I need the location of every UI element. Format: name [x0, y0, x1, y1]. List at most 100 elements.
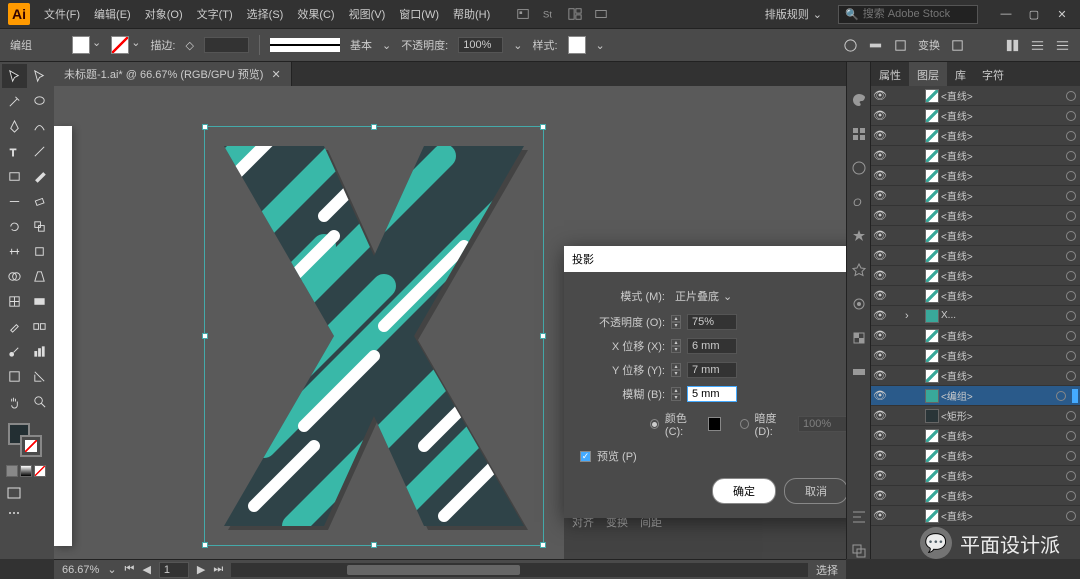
layer-name[interactable]: <直线>	[941, 448, 1064, 463]
menu-effect[interactable]: 效果(C)	[291, 2, 340, 26]
layer-row[interactable]: 👁 <直线>	[871, 286, 1080, 306]
perspective-tool[interactable]	[28, 264, 53, 288]
visibility-toggle[interactable]: 👁	[873, 469, 887, 482]
bridge-icon[interactable]	[516, 7, 530, 21]
target-icon[interactable]	[1066, 311, 1076, 321]
visibility-toggle[interactable]: 👁	[873, 509, 887, 522]
shape-icon[interactable]	[893, 38, 908, 53]
target-icon[interactable]	[1066, 451, 1076, 461]
tab-libraries[interactable]: 库	[947, 62, 974, 86]
layer-row[interactable]: 👁 <直线>	[871, 486, 1080, 506]
target-icon[interactable]	[1066, 131, 1076, 141]
eyedropper-tool[interactable]	[2, 314, 27, 338]
layer-row[interactable]: 👁 <直线>	[871, 506, 1080, 526]
visibility-toggle[interactable]: 👁	[873, 89, 887, 102]
layer-row[interactable]: 👁 <直线>	[871, 166, 1080, 186]
search-box[interactable]: 🔍	[838, 5, 978, 24]
target-icon[interactable]	[1056, 391, 1066, 401]
style-swatch[interactable]	[568, 36, 586, 54]
layer-row[interactable]: 👁 <直线>	[871, 346, 1080, 366]
visibility-toggle[interactable]: 👁	[873, 169, 887, 182]
fill-stroke-indicator[interactable]	[2, 421, 52, 461]
visibility-toggle[interactable]: 👁	[873, 389, 887, 402]
shape-builder-tool[interactable]	[2, 264, 27, 288]
target-icon[interactable]	[1066, 491, 1076, 501]
yoffset-stepper[interactable]: ▴▾	[671, 363, 681, 377]
layer-row[interactable]: 👁 › X...	[871, 306, 1080, 326]
layer-name[interactable]: <直线>	[941, 188, 1064, 203]
chevron-down-icon[interactable]: ⌄	[382, 39, 391, 52]
transparency-panel-icon[interactable]	[851, 330, 867, 346]
tab-properties[interactable]: 属性	[871, 62, 909, 86]
target-icon[interactable]	[1066, 191, 1076, 201]
target-icon[interactable]	[1066, 291, 1076, 301]
visibility-toggle[interactable]: 👁	[873, 249, 887, 262]
scale-tool[interactable]	[28, 214, 53, 238]
mesh-tool[interactable]	[2, 289, 27, 313]
gpu-icon[interactable]	[594, 7, 608, 21]
opacity-input[interactable]	[458, 37, 503, 53]
layer-name[interactable]: <直线>	[941, 468, 1064, 483]
layer-name[interactable]: <直线>	[941, 288, 1064, 303]
stroke-panel-icon[interactable]	[851, 262, 867, 278]
blur-input[interactable]	[687, 386, 737, 402]
xoffset-stepper[interactable]: ▴▾	[671, 339, 681, 353]
color-mode-gradient[interactable]	[20, 465, 32, 477]
gradient-tool[interactable]	[28, 289, 53, 313]
nav-next-icon[interactable]: ▶	[197, 563, 205, 576]
target-icon[interactable]	[1066, 171, 1076, 181]
layer-name[interactable]: <矩形>	[941, 408, 1064, 423]
layer-row[interactable]: 👁 <直线>	[871, 86, 1080, 106]
menu-select[interactable]: 选择(S)	[241, 2, 290, 26]
close-tab-icon[interactable]: ✕	[271, 68, 280, 81]
layer-row[interactable]: 👁 <直线>	[871, 106, 1080, 126]
stock-icon[interactable]: St	[542, 7, 556, 21]
brushes-panel-icon[interactable]: O	[851, 194, 867, 210]
cancel-button[interactable]: 取消	[784, 478, 846, 504]
chevron-down-icon[interactable]: ⌄	[131, 36, 140, 54]
brush-preview[interactable]	[270, 38, 340, 52]
arrange-icon[interactable]	[568, 7, 582, 21]
target-icon[interactable]	[1066, 371, 1076, 381]
preview-checkbox[interactable]	[580, 451, 591, 462]
rotate-tool[interactable]	[2, 214, 27, 238]
layer-row[interactable]: 👁 <编组>	[871, 386, 1080, 406]
graph-tool[interactable]	[28, 339, 53, 363]
layer-name[interactable]: X...	[941, 310, 1064, 321]
menu-object[interactable]: 对象(O)	[139, 2, 189, 26]
shadow-color-swatch[interactable]	[708, 417, 720, 431]
type-panel-icon[interactable]	[851, 160, 867, 176]
visibility-toggle[interactable]: 👁	[873, 369, 887, 382]
layer-name[interactable]: <直线>	[941, 88, 1064, 103]
visibility-toggle[interactable]: 👁	[873, 329, 887, 342]
rectangle-tool[interactable]	[2, 164, 27, 188]
menu-window[interactable]: 窗口(W)	[393, 2, 445, 26]
layer-row[interactable]: 👁 <直线>	[871, 426, 1080, 446]
layer-name[interactable]: <直线>	[941, 248, 1064, 263]
visibility-toggle[interactable]: 👁	[873, 409, 887, 422]
stroke-weight-stepper[interactable]: ◇	[186, 39, 194, 52]
yoffset-input[interactable]	[687, 362, 737, 378]
symbols-panel-icon[interactable]	[851, 228, 867, 244]
chevron-down-icon[interactable]: ⌄	[107, 563, 116, 576]
pen-tool[interactable]	[2, 114, 27, 138]
visibility-toggle[interactable]: 👁	[873, 129, 887, 142]
lasso-tool[interactable]	[28, 89, 53, 113]
layer-name[interactable]: <直线>	[941, 488, 1064, 503]
curvature-tool[interactable]	[28, 114, 53, 138]
swatches-panel-icon[interactable]	[851, 126, 867, 142]
horizontal-scrollbar[interactable]	[231, 563, 808, 577]
chevron-down-icon[interactable]: ⌄	[92, 36, 101, 54]
zoom-level[interactable]: 66.67%	[62, 564, 99, 576]
layer-row[interactable]: 👁 <直线>	[871, 226, 1080, 246]
artwork-x-shape[interactable]	[204, 126, 544, 546]
layer-name[interactable]: <直线>	[941, 368, 1064, 383]
layer-name[interactable]: <直线>	[941, 108, 1064, 123]
more-icon[interactable]	[1055, 38, 1070, 53]
free-transform-tool[interactable]	[28, 239, 53, 263]
layer-row[interactable]: 👁 <直线>	[871, 146, 1080, 166]
paintbrush-tool[interactable]	[28, 164, 53, 188]
isolate-icon[interactable]	[950, 38, 965, 53]
stroke-swatch[interactable]	[111, 36, 129, 54]
selection-tool[interactable]	[2, 64, 27, 88]
